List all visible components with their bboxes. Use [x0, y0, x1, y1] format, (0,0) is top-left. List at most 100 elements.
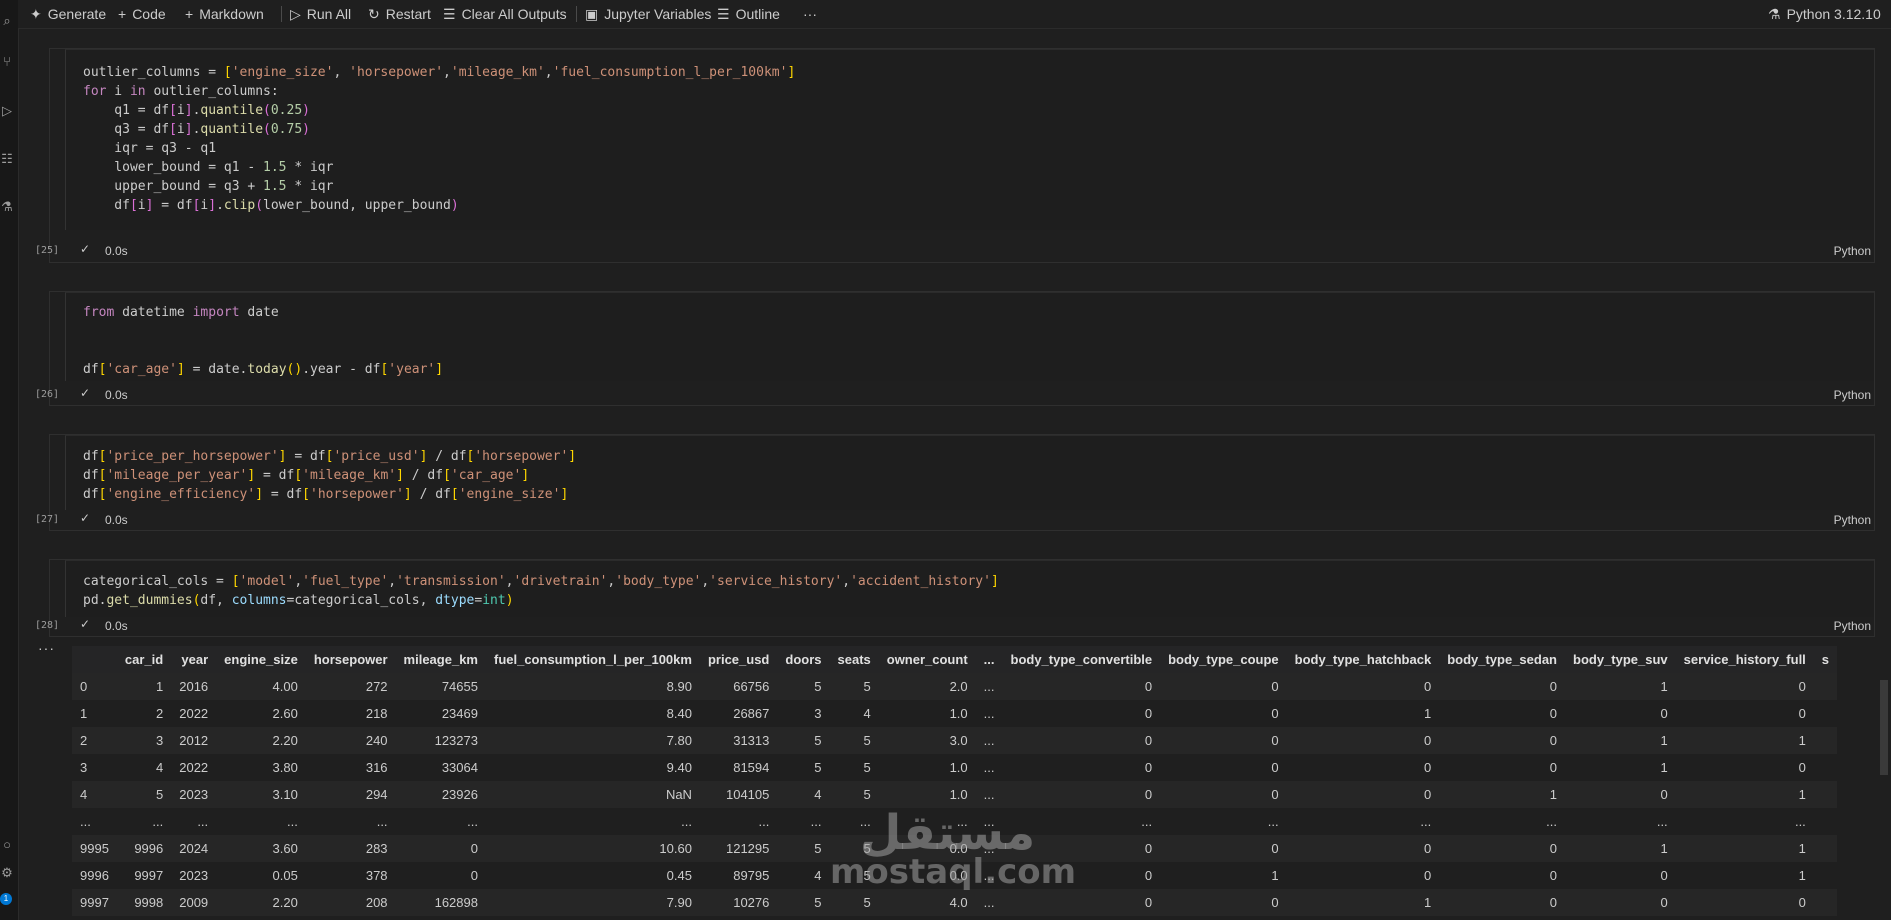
table-cell: 31313: [699, 727, 778, 754]
table-cell: 1: [1675, 727, 1814, 754]
table-cell: 2016: [171, 673, 217, 700]
flask-icon[interactable]: ⚗: [0, 200, 14, 214]
table-cell: 5: [116, 781, 172, 808]
plus-icon: +: [185, 6, 194, 22]
table-cell: ...: [1160, 808, 1287, 835]
table-cell: 123273: [395, 727, 486, 754]
add-code-button[interactable]: + Code: [118, 0, 166, 28]
restart-button[interactable]: ↻ Restart: [368, 0, 431, 28]
table-cell: ...: [1675, 808, 1814, 835]
table-cell: 0: [1160, 835, 1287, 862]
execution-time: 0.0s: [105, 619, 128, 633]
dataframe-output: car_id year engine_size horsepower mileage_k…: [72, 646, 1872, 920]
account-icon[interactable]: ○: [0, 838, 14, 852]
toolbar-divider: [281, 6, 282, 22]
table-cell: ...: [1565, 808, 1676, 835]
table-cell: 2.0: [878, 673, 976, 700]
table-cell: 3.80: [216, 754, 306, 781]
table-cell: 5: [829, 889, 879, 916]
table-cell: 5: [829, 754, 879, 781]
code-block-26: from datetime import date df['car_age'] …: [83, 303, 443, 379]
output-scrollbar[interactable]: [1880, 680, 1888, 775]
column-header: body_type_hatchback: [1286, 646, 1440, 673]
settings-gear-icon[interactable]: ⚙: [0, 866, 14, 880]
table-cell: 0: [1002, 700, 1161, 727]
jupyter-variables-button[interactable]: ▣ Jupyter Variables: [585, 0, 711, 28]
table-cell: 0: [1160, 754, 1287, 781]
output-actions-ellipsis[interactable]: ···: [38, 640, 55, 656]
table-cell: 0: [1286, 727, 1440, 754]
column-header: car_id: [116, 646, 172, 673]
column-header: mileage_km: [395, 646, 486, 673]
search-icon[interactable]: ⌕: [0, 14, 14, 28]
restart-label: Restart: [385, 6, 431, 22]
cell-language[interactable]: Python: [1834, 388, 1871, 402]
code-line: iqr = q3 - q1: [83, 141, 217, 156]
column-header: horsepower: [305, 646, 396, 673]
extensions-icon[interactable]: ☷: [0, 152, 14, 166]
outline-button[interactable]: ☰ Outline: [717, 0, 780, 28]
table-cell: 4: [829, 700, 879, 727]
table-cell: 9.40: [485, 754, 700, 781]
run-debug-icon[interactable]: ▷: [0, 104, 14, 118]
table-row: 2 3 2012 2.20 240 123273 7.80 31313 5 5 3.0... 0 0 0 0…: [72, 727, 1838, 754]
generate-button[interactable]: ✦ Generate: [30, 0, 106, 28]
code-block-25: outlier_columns = ['engine_size', 'horse…: [83, 63, 795, 215]
table-cell: 33064: [395, 754, 486, 781]
table-cell: ...: [829, 808, 879, 835]
column-header: owner_count: [878, 646, 976, 673]
add-markdown-button[interactable]: + Markdown: [185, 0, 264, 28]
table-cell: ...: [116, 808, 172, 835]
clear-all-icon: ☰: [443, 6, 456, 22]
table-cell: 0: [1286, 781, 1440, 808]
table-row: 9997 9998 2009 2.20 208 162898 7.90 10276 5 5 4.0.…: [72, 889, 1838, 916]
table-cell: ...: [975, 700, 1003, 727]
column-header: engine_size: [216, 646, 306, 673]
restart-icon: ↻: [368, 6, 380, 22]
table-cell: 1: [1675, 835, 1814, 862]
source-control-icon[interactable]: ⑂: [0, 55, 14, 69]
row-index: 9997: [72, 889, 117, 916]
table-cell: 1: [1565, 673, 1676, 700]
table-cell: 2023: [171, 862, 217, 889]
table-cell: 5: [829, 862, 879, 889]
cell-language[interactable]: Python: [1834, 244, 1871, 258]
table-cell: 5: [829, 673, 879, 700]
table-cell: [1813, 727, 1838, 754]
cell-language[interactable]: Python: [1834, 513, 1871, 527]
success-check-icon: ✓: [80, 242, 91, 256]
table-cell: 0.45: [485, 862, 700, 889]
table-cell: 0.05: [216, 862, 306, 889]
kernel-picker[interactable]: ⚗ Python 3.12.10: [1768, 0, 1881, 28]
table-cell: ...: [699, 808, 778, 835]
table-cell: 0: [1675, 700, 1814, 727]
clear-all-outputs-button[interactable]: ☰ Clear All Outputs: [443, 0, 567, 28]
table-cell: ...: [975, 673, 1003, 700]
table-cell: 4: [116, 754, 172, 781]
outline-icon: ☰: [717, 6, 730, 22]
table-cell: 0: [395, 835, 486, 862]
table-cell: [1813, 700, 1838, 727]
row-index: ...: [72, 808, 117, 835]
table-cell: 10276: [699, 889, 778, 916]
code-line: df[i] = df[i].clip(lower_bound, upper_bo…: [83, 198, 459, 213]
table-cell: 0: [1286, 835, 1440, 862]
run-all-button[interactable]: ▷ Run All: [290, 0, 351, 28]
table-cell: 1.0: [878, 700, 976, 727]
plus-icon: +: [118, 6, 127, 22]
table-cell: 0: [1002, 862, 1161, 889]
code-block-28: categorical_cols = ['model','fuel_type',…: [83, 572, 999, 610]
table-cell: 208: [305, 889, 396, 916]
table-cell: 0: [1565, 781, 1676, 808]
table-cell: 1: [1565, 835, 1676, 862]
table-cell: 0: [1439, 889, 1566, 916]
table-cell: 5: [777, 835, 830, 862]
more-actions-button[interactable]: ···: [803, 0, 817, 28]
table-cell: 0: [1439, 700, 1566, 727]
cell-language[interactable]: Python: [1834, 619, 1871, 633]
column-header: body_type_sedan: [1439, 646, 1566, 673]
table-cell: 4: [777, 781, 830, 808]
code-line: q1 = df[i].quantile(0.25): [83, 103, 310, 118]
row-index: 3: [72, 754, 117, 781]
table-cell: 0: [1160, 700, 1287, 727]
